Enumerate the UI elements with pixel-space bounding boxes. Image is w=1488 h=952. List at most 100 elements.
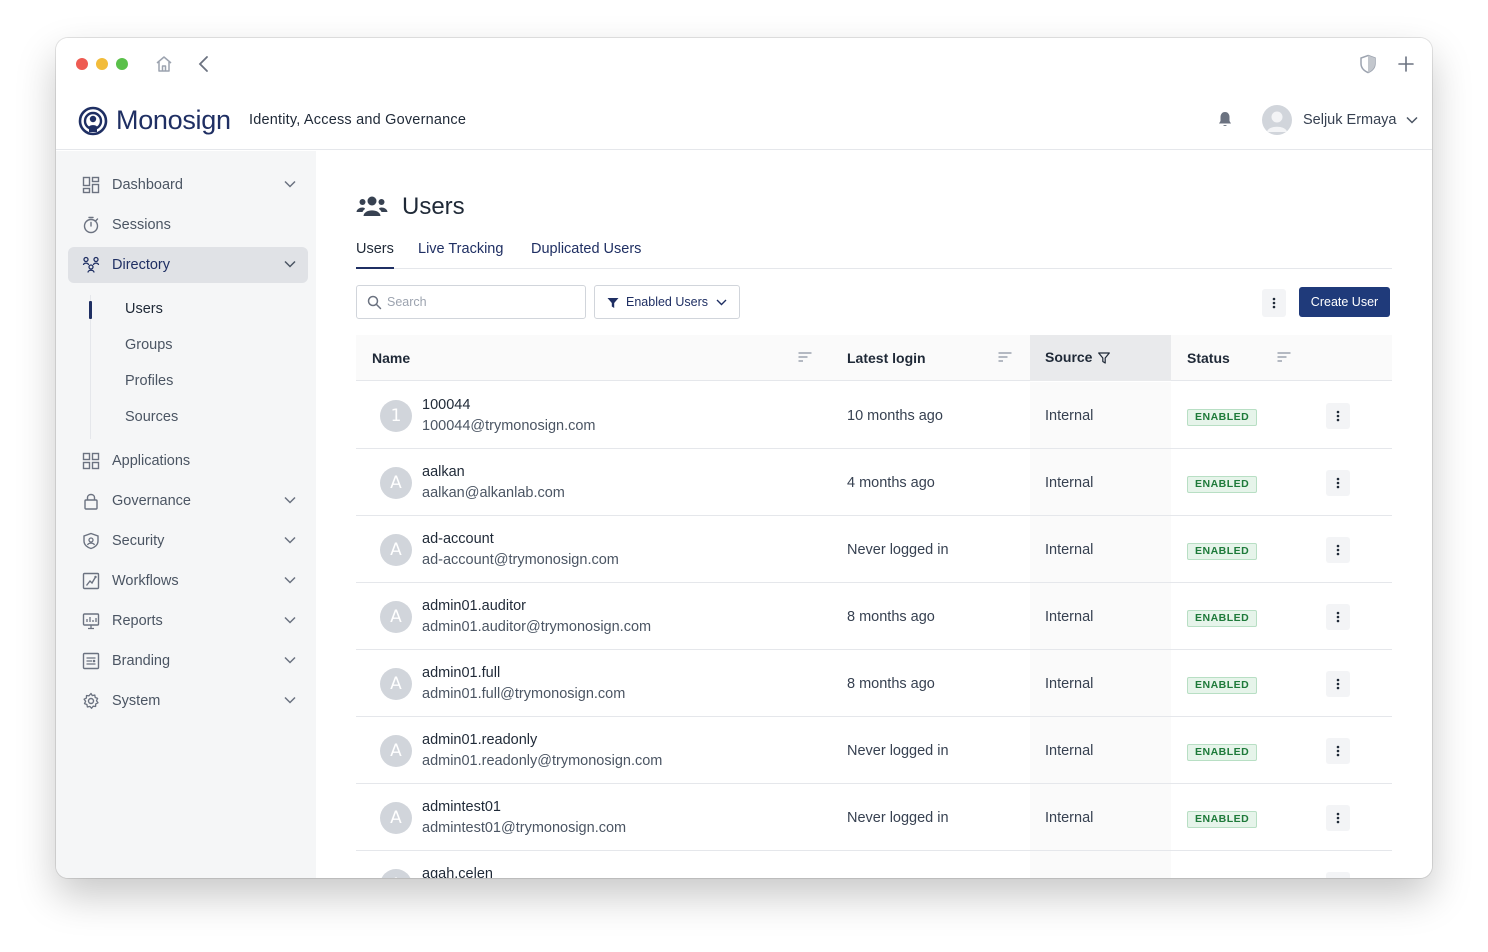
sidebar-item-directory[interactable]: Directory <box>68 247 308 283</box>
brand-logo[interactable]: Monosign <box>78 105 231 136</box>
row-actions-button[interactable] <box>1326 671 1350 697</box>
user-username[interactable]: admin01.auditor <box>422 598 526 614</box>
table-row[interactable]: A admintest01 admintest01@trymonosign.co… <box>356 784 1392 851</box>
sidebar-item-sessions[interactable]: Sessions <box>68 207 308 243</box>
subnav-item-groups[interactable]: Groups <box>125 337 173 353</box>
user-username[interactable]: agah.celen <box>422 866 493 878</box>
chevron-down-icon <box>284 656 296 664</box>
subnav-item-sources[interactable]: Sources <box>125 409 178 425</box>
sidebar: Dashboard Sessions Directory Users Group… <box>56 151 316 878</box>
table-row[interactable]: A admin01.full admin01.full@trymonosign.… <box>356 650 1392 717</box>
notifications-bell-icon[interactable] <box>1216 110 1234 133</box>
status-badge: ENABLED <box>1187 476 1258 493</box>
new-tab-icon[interactable] <box>1394 52 1418 76</box>
subnav-item-users[interactable]: Users <box>125 301 163 317</box>
sort-icon[interactable] <box>798 352 812 362</box>
minimize-window-button[interactable] <box>96 58 108 70</box>
sidebar-item-label: Applications <box>112 453 191 469</box>
user-username[interactable]: ad-account <box>422 531 494 547</box>
user-source: Internal <box>1045 475 1094 491</box>
subnav-active-indicator <box>89 301 92 319</box>
latest-login: Never logged in <box>847 810 949 826</box>
table-row[interactable]: A admin01.readonly admin01.readonly@trym… <box>356 717 1392 784</box>
row-actions-button[interactable] <box>1326 537 1350 563</box>
row-actions-button[interactable] <box>1326 604 1350 630</box>
sidebar-item-governance[interactable]: Governance <box>68 483 308 519</box>
user-source: Internal <box>1045 676 1094 692</box>
table-row[interactable]: A ad-account ad-account@trymonosign.com … <box>356 516 1392 583</box>
sort-icon[interactable] <box>998 352 1012 362</box>
kebab-menu-icon <box>1336 745 1340 757</box>
user-username[interactable]: admintest01 <box>422 799 501 815</box>
column-header-source[interactable]: Source <box>1045 349 1092 365</box>
row-actions-button[interactable] <box>1326 805 1350 831</box>
sidebar-item-label: Dashboard <box>112 177 183 193</box>
gear-icon <box>83 692 99 709</box>
sidebar-item-applications[interactable]: Applications <box>68 443 308 479</box>
privacy-shield-icon[interactable] <box>1356 52 1380 76</box>
column-header-name[interactable]: Name <box>372 350 410 366</box>
back-icon[interactable] <box>192 52 216 76</box>
user-initial-avatar: A <box>380 668 412 700</box>
latest-login: Never logged in <box>847 743 949 759</box>
funnel-outline-icon[interactable] <box>1098 352 1110 364</box>
home-icon[interactable] <box>152 52 176 76</box>
enabled-users-filter-dropdown[interactable]: Enabled Users <box>594 285 740 319</box>
sidebar-item-branding[interactable]: Branding <box>68 643 308 679</box>
search-input[interactable] <box>387 293 577 311</box>
tab-users[interactable]: Users <box>356 241 394 269</box>
page-title: Users <box>402 193 465 220</box>
user-initial-avatar: A <box>380 601 412 633</box>
table-row[interactable]: A agah.celen <box>356 851 1392 878</box>
status-badge: ENABLED <box>1187 610 1258 627</box>
row-actions-button[interactable] <box>1326 872 1350 878</box>
user-email: 100044@trymonosign.com <box>422 418 596 434</box>
user-username[interactable]: admin01.full <box>422 665 500 681</box>
column-header-latest-login[interactable]: Latest login <box>847 350 926 366</box>
user-username[interactable]: admin01.readonly <box>422 732 537 748</box>
main-content: Users Users Live Tracking Duplicated Use… <box>316 151 1432 878</box>
row-actions-button[interactable] <box>1326 403 1350 429</box>
table-row[interactable]: 1 100044 100044@trymonosign.com 10 month… <box>356 382 1392 449</box>
tab-live-tracking[interactable]: Live Tracking <box>418 241 503 269</box>
maximize-window-button[interactable] <box>116 58 128 70</box>
row-actions-button[interactable] <box>1326 470 1350 496</box>
sidebar-item-label: System <box>112 693 161 709</box>
filter-label: Enabled Users <box>626 295 708 309</box>
column-header-status[interactable]: Status <box>1187 350 1230 366</box>
sort-icon[interactable] <box>1277 352 1291 362</box>
sidebar-item-system[interactable]: System <box>68 683 308 719</box>
branding-icon <box>82 652 100 670</box>
dashboard-icon <box>82 176 100 194</box>
user-username[interactable]: 100044 <box>422 397 470 413</box>
sidebar-item-reports[interactable]: Reports <box>68 603 308 639</box>
sidebar-item-security[interactable]: Security <box>68 523 308 559</box>
user-email: ad-account@trymonosign.com <box>422 552 619 568</box>
sidebar-item-label: Branding <box>112 653 171 669</box>
table-row[interactable]: A admin01.auditor admin01.auditor@trymon… <box>356 583 1392 650</box>
brand-name: Monosign <box>116 105 231 135</box>
sidebar-item-label: Security <box>112 533 165 549</box>
app-header: Monosign Identity, Access and Governance… <box>56 90 1432 150</box>
sidebar-item-dashboard[interactable]: Dashboard <box>68 167 308 203</box>
sidebar-item-workflows[interactable]: Workflows <box>68 563 308 599</box>
table-row[interactable]: A aalkan aalkan@alkanlab.com 4 months ag… <box>356 449 1392 516</box>
row-actions-button[interactable] <box>1326 738 1350 764</box>
sidebar-item-label: Workflows <box>112 573 179 589</box>
tab-duplicated-users[interactable]: Duplicated Users <box>531 241 641 269</box>
subnav-item-profiles[interactable]: Profiles <box>125 373 173 389</box>
user-email: admin01.auditor@trymonosign.com <box>422 619 652 635</box>
more-options-button[interactable] <box>1262 289 1286 317</box>
kebab-menu-icon <box>1336 812 1340 824</box>
close-window-button[interactable] <box>76 58 88 70</box>
monosign-logo-icon <box>78 106 108 135</box>
status-badge: ENABLED <box>1187 744 1258 761</box>
user-initial-avatar: A <box>380 467 412 499</box>
user-email: admin01.readonly@trymonosign.com <box>422 753 663 769</box>
latest-login: 8 months ago <box>847 676 935 692</box>
user-menu[interactable]: Seljuk Ermaya <box>1262 104 1419 136</box>
create-user-button[interactable]: Create User <box>1299 287 1390 317</box>
user-username[interactable]: aalkan <box>422 464 465 480</box>
user-source: Internal <box>1045 743 1094 759</box>
sidebar-item-label: Governance <box>112 493 191 509</box>
